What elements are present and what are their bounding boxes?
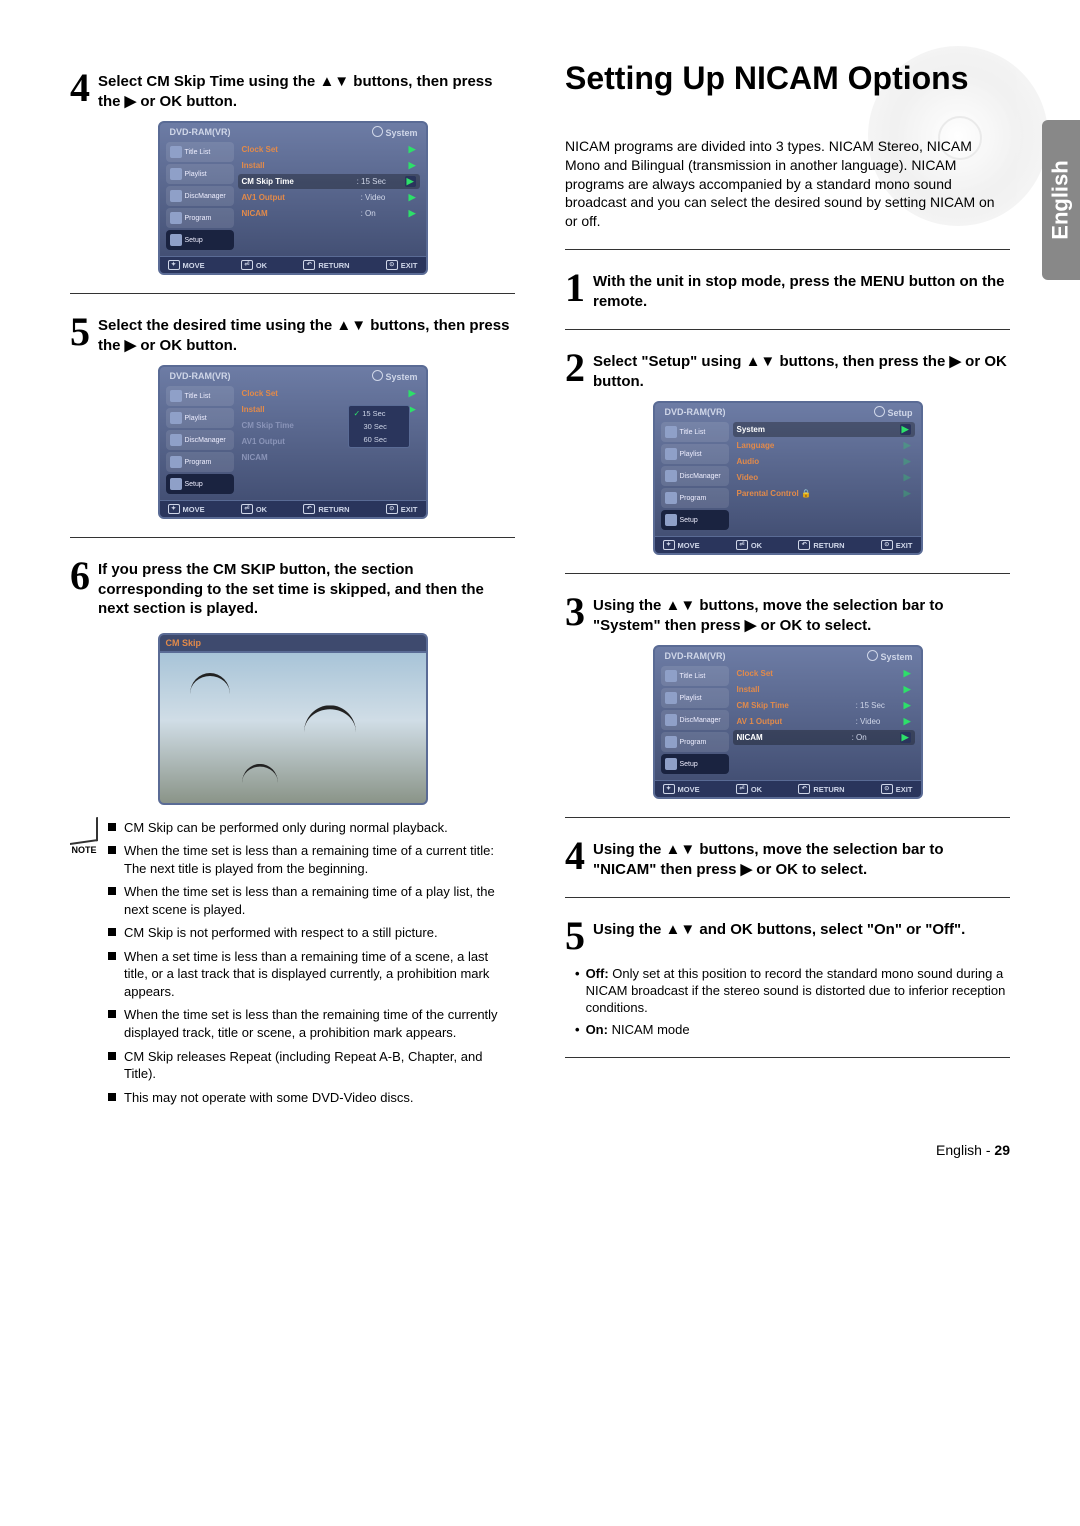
step-number: 4 xyxy=(70,68,90,111)
language-tab: English xyxy=(1042,120,1080,280)
language-tab-label: English xyxy=(1048,160,1074,239)
section-title: Setting Up NICAM Options xyxy=(565,60,1010,97)
left-column: 4 Select CM Skip Time using the ▲▼ butto… xyxy=(70,60,515,1112)
osd-title-left: DVD-RAM(VR) xyxy=(170,127,231,137)
step-2: 2 Select "Setup" using ▲▼ buttons, then … xyxy=(565,348,1010,391)
step-5-nicam: 5 Using the ▲▼ and OK buttons, select "O… xyxy=(565,916,1010,956)
step-3: 3 Using the ▲▼ buttons, move the selecti… xyxy=(565,592,1010,635)
right-column: Setting Up NICAM Options NICAM programs … xyxy=(565,60,1010,1112)
scene-image xyxy=(158,651,428,805)
note-text: This may not operate with some DVD-Video… xyxy=(124,1089,414,1107)
note-text: CM Skip can be performed only during nor… xyxy=(124,819,448,837)
step-text: Select the desired time using the ▲▼ but… xyxy=(98,312,515,355)
osd-title-right: System xyxy=(372,126,417,138)
gear-icon xyxy=(874,406,885,417)
step-6: 6 If you press the CM SKIP button, the s… xyxy=(70,556,515,619)
step-4-nicam: 4 Using the ▲▼ buttons, move the selecti… xyxy=(565,836,1010,879)
gear-icon xyxy=(867,650,878,661)
note-text: CM Skip is not performed with respect to… xyxy=(124,924,438,942)
step-1: 1 With the unit in stop mode, press the … xyxy=(565,268,1010,311)
step-text: If you press the CM SKIP button, the sec… xyxy=(98,556,515,619)
note-section: NOTE CM Skip can be performed only durin… xyxy=(70,819,515,1113)
bullet-icon xyxy=(108,823,116,831)
step-number: 5 xyxy=(70,312,90,355)
bird-icon xyxy=(242,763,278,779)
osd-menu: Clock Set▶ Install▶ CM Skip Time: 15 Sec… xyxy=(238,142,420,250)
osd-screenshot-cmskip: DVD-RAM(VR) System Title List Playlist D… xyxy=(158,121,428,275)
step5-options: •Off: Only set at this position to recor… xyxy=(575,966,1010,1039)
bird-icon xyxy=(190,673,230,691)
note-text: When the time set is less than the remai… xyxy=(124,1006,515,1041)
note-text: CM Skip releases Repeat (including Repea… xyxy=(124,1048,515,1083)
playback-scene: CM Skip xyxy=(158,633,428,805)
bullet-icon xyxy=(108,1052,116,1060)
bullet-icon xyxy=(108,887,116,895)
note-text: When a set time is less than a remaining… xyxy=(124,948,515,1001)
note-text: When the time set is less than a remaini… xyxy=(124,883,515,918)
osd-screenshot-time-select: DVD-RAM(VR) System Title List Playlist D… xyxy=(158,365,428,519)
step-4: 4 Select CM Skip Time using the ▲▼ butto… xyxy=(70,68,515,111)
note-text: When the time set is less than a remaini… xyxy=(124,842,515,877)
bird-icon xyxy=(304,705,356,728)
gear-icon xyxy=(372,370,383,381)
step-text: Select CM Skip Time using the ▲▼ buttons… xyxy=(98,68,515,111)
osd-sidebar: Title List Playlist DiscManager Program … xyxy=(166,142,234,250)
bullet-icon xyxy=(108,952,116,960)
step-5: 5 Select the desired time using the ▲▼ b… xyxy=(70,312,515,355)
page-number: English - 29 xyxy=(70,1142,1010,1158)
scene-header: CM Skip xyxy=(158,633,428,651)
osd-screenshot-nicam: DVD-RAM(VR) System Title List Playlist D… xyxy=(653,645,923,799)
bullet-icon xyxy=(108,928,116,936)
note-icon: NOTE xyxy=(70,819,98,1113)
osd-footer: ✦MOVE ⏎OK ↶RETURN ⊙EXIT xyxy=(160,256,426,273)
bullet-icon xyxy=(108,1093,116,1101)
gear-icon xyxy=(372,126,383,137)
note-list: CM Skip can be performed only during nor… xyxy=(108,819,515,1113)
bullet-icon xyxy=(108,846,116,854)
intro-paragraph: NICAM programs are divided into 3 types.… xyxy=(565,137,1010,231)
time-popup: ✓15 Sec 30 Sec 60 Sec xyxy=(348,405,410,448)
step-number: 6 xyxy=(70,556,90,619)
note-label: NOTE xyxy=(71,845,96,855)
bullet-icon xyxy=(108,1010,116,1018)
osd-screenshot-setup: DVD-RAM(VR) Setup Title List Playlist Di… xyxy=(653,401,923,555)
